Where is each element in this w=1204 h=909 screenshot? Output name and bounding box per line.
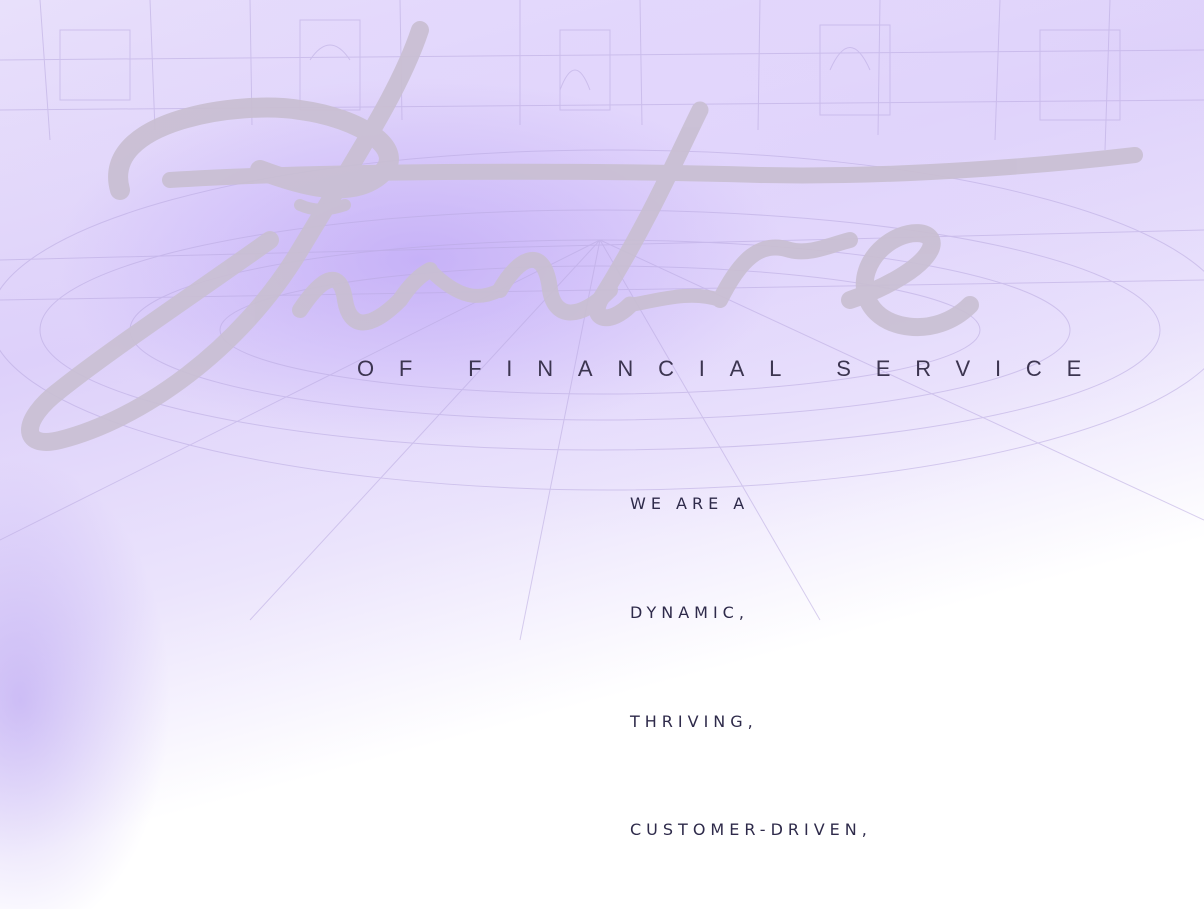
splash-page: OF FINANCIAL SERVICE WE ARE A DYNAMIC, T… — [0, 0, 1204, 909]
tagline-line: THRIVING, — [630, 712, 758, 731]
tagline-line: CUSTOMER-DRIVEN, — [630, 820, 872, 839]
tagline-line: WE ARE A — [630, 494, 750, 513]
tagline-line: DYNAMIC, — [630, 603, 749, 622]
subtitle-of-financial-service: OF FINANCIAL SERVICE — [357, 356, 1107, 381]
future-script-title — [21, 21, 1143, 451]
